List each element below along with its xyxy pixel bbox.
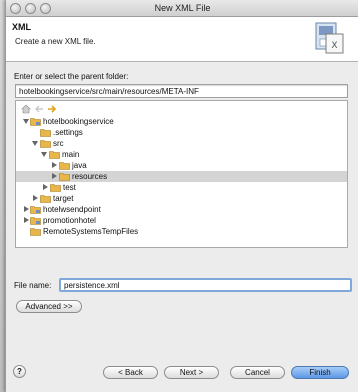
tree-item-resources[interactable]: resources (16, 171, 347, 182)
tree-item-label: java (72, 161, 87, 170)
expanded-arrow-icon[interactable] (32, 141, 38, 146)
finish-button[interactable]: Finish (291, 366, 349, 379)
advanced-button[interactable]: Advanced >> (16, 300, 82, 313)
tree-item-label: resources (72, 172, 108, 181)
tree-item-java[interactable]: java (16, 160, 347, 171)
tree-item-label: promotionhotel (43, 216, 96, 225)
tree-item-target[interactable]: target (16, 193, 347, 204)
window-title: New XML File (154, 3, 211, 13)
tree-item-label: hotelbookingservice (43, 117, 114, 126)
collapsed-arrow-icon[interactable] (24, 206, 29, 212)
forward-arrow-icon[interactable] (47, 104, 57, 114)
tree-item-label: main (62, 150, 80, 159)
tree-item-main[interactable]: main (16, 149, 347, 160)
expanded-arrow-icon[interactable] (41, 152, 47, 157)
tree-item-label: test (63, 183, 76, 192)
tree-item-label: RemoteSystemsTempFiles (43, 227, 139, 236)
svg-text:X: X (331, 41, 337, 51)
project-folder-icon (30, 206, 41, 214)
home-icon[interactable] (21, 104, 31, 114)
tree-item-src[interactable]: src (16, 138, 347, 149)
project-folder-icon (30, 228, 41, 236)
folder-icon (59, 173, 70, 181)
help-icon[interactable]: ? (13, 365, 26, 378)
folder-icon (59, 162, 70, 170)
cancel-button[interactable]: Cancel (230, 366, 285, 379)
folder-icon (40, 195, 51, 203)
expanded-arrow-icon[interactable] (23, 119, 29, 124)
folder-tree[interactable]: hotelbookingservice .settings src main j… (15, 100, 348, 248)
new-xml-file-dialog: New XML File XML Create a new XML file. … (5, 0, 358, 392)
back-arrow-icon[interactable] (34, 104, 44, 114)
tree-item-promotionhotel[interactable]: promotionhotel (16, 215, 347, 226)
tree-item-label: hotelwsendpoint (43, 205, 101, 214)
banner-description: Create a new XML file. (15, 37, 96, 46)
banner-title: XML (12, 22, 31, 32)
back-button[interactable]: < Back (103, 366, 158, 379)
collapsed-arrow-icon[interactable] (24, 217, 29, 223)
folder-icon (49, 151, 60, 159)
project-folder-icon (30, 118, 41, 126)
tree-item-hotelwsendpoint[interactable]: hotelwsendpoint (16, 204, 347, 215)
tree-item-label: src (53, 139, 64, 148)
collapsed-arrow-icon[interactable] (52, 162, 57, 168)
tree-item-label: target (53, 194, 74, 203)
file-name-input[interactable]: persistence.xml (59, 278, 352, 292)
tree-item-test[interactable]: test (16, 182, 347, 193)
tree-item-settings[interactable]: .settings (16, 127, 347, 138)
collapsed-arrow-icon[interactable] (43, 184, 48, 190)
collapsed-arrow-icon[interactable] (52, 173, 57, 179)
title-bar: New XML File (6, 0, 358, 17)
project-folder-icon (30, 217, 41, 225)
folder-icon (40, 140, 51, 148)
tree-item-label: .settings (53, 128, 83, 137)
parent-folder-input[interactable]: hotelbookingservice/src/main/resources/M… (15, 84, 348, 98)
tree-item-remotesystemstempfiles[interactable]: RemoteSystemsTempFiles (16, 226, 347, 237)
wizard-banner: XML Create a new XML file. X (6, 17, 358, 62)
folder-icon (40, 129, 51, 137)
collapsed-arrow-icon[interactable] (33, 195, 38, 201)
xml-file-wizard-icon: X (315, 22, 344, 54)
file-name-label: File name: (14, 281, 52, 290)
parent-folder-label: Enter or select the parent folder: (14, 72, 129, 81)
tree-item-hotelbookingservice[interactable]: hotelbookingservice (16, 116, 347, 127)
next-button[interactable]: Next > (164, 366, 219, 379)
folder-icon (50, 184, 61, 192)
